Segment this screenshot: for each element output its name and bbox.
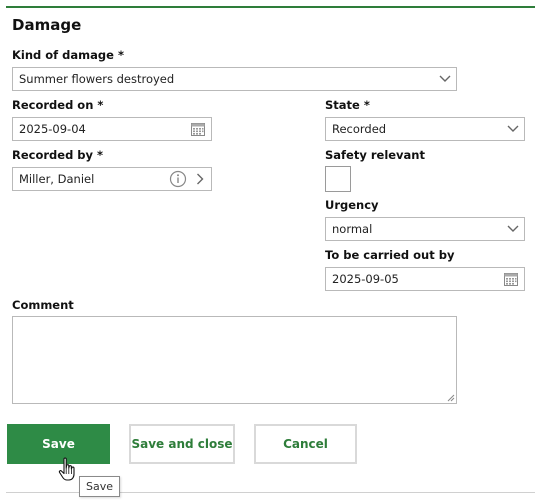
kind-of-damage-label: Kind of damage * (12, 48, 124, 62)
kind-of-damage-value: Summer flowers destroyed (19, 72, 175, 86)
state-label: State * (325, 98, 370, 112)
chevron-right-icon[interactable] (189, 168, 211, 190)
resize-handle-icon[interactable] (447, 394, 455, 402)
chevron-down-icon[interactable] (502, 218, 524, 240)
save-tooltip: Save (79, 476, 121, 497)
urgency-value: normal (332, 222, 373, 236)
calendar-icon[interactable] (500, 268, 522, 290)
recorded-on-date-input[interactable]: 2025-09-04 (12, 117, 212, 141)
header-accent-line (6, 6, 535, 8)
safety-relevant-checkbox[interactable] (325, 166, 351, 192)
carried-out-by-label: To be carried out by (325, 248, 455, 262)
recorded-by-label: Recorded by * (12, 148, 104, 162)
state-select[interactable]: Recorded (325, 117, 525, 141)
save-and-close-button[interactable]: Save and close (129, 424, 235, 464)
kind-of-damage-select[interactable]: Summer flowers destroyed (12, 67, 457, 91)
state-value: Recorded (332, 122, 387, 136)
chevron-down-icon[interactable] (502, 118, 524, 140)
recorded-on-value: 2025-09-04 (19, 122, 86, 136)
urgency-select[interactable]: normal (325, 217, 525, 241)
carried-out-by-value: 2025-09-05 (332, 272, 399, 286)
carried-out-by-date-input[interactable]: 2025-09-05 (325, 267, 525, 291)
comment-textarea[interactable] (12, 316, 457, 404)
page-title: Damage (12, 16, 82, 34)
chevron-down-icon[interactable] (434, 68, 456, 90)
calendar-icon[interactable] (187, 118, 209, 140)
comment-label: Comment (12, 298, 74, 312)
recorded-on-label: Recorded on * (12, 98, 104, 112)
recorded-by-lookup[interactable]: Miller, Daniel (12, 167, 212, 191)
cancel-button[interactable]: Cancel (254, 424, 357, 464)
urgency-label: Urgency (325, 198, 379, 212)
info-icon[interactable] (167, 168, 189, 190)
recorded-by-value: Miller, Daniel (19, 172, 95, 186)
safety-relevant-label: Safety relevant (325, 148, 425, 162)
hand-pointer-icon (58, 457, 75, 481)
